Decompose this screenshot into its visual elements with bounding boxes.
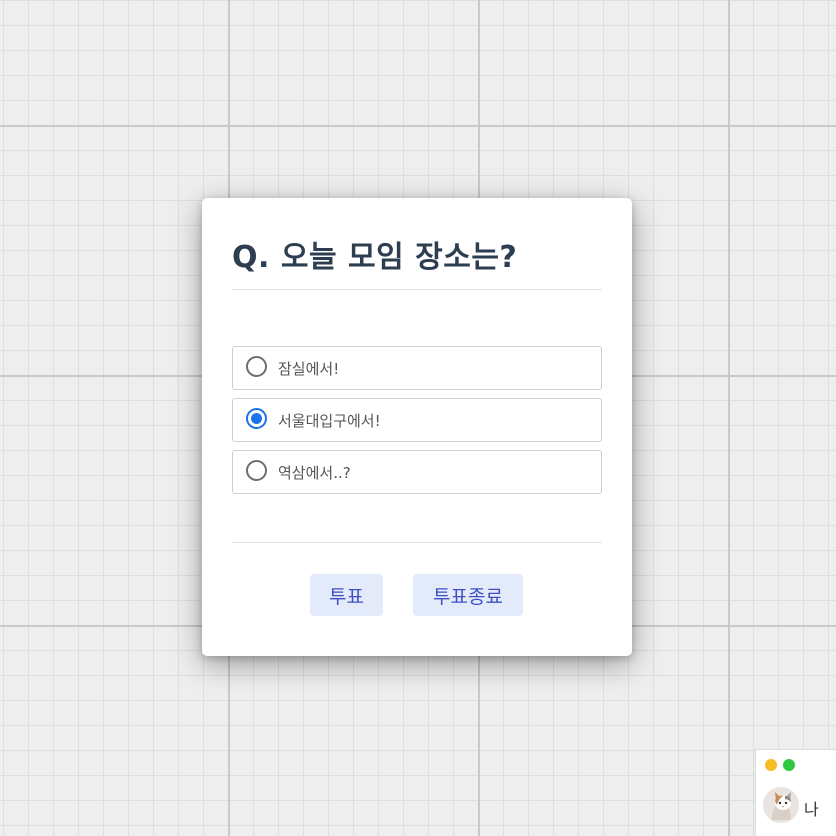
divider [232,542,602,543]
vote-button[interactable]: 투표 [310,574,383,616]
poll-modal: Q. 오늘 모임 장소는? 잠실에서! 서울대입구에서! 역삼에서..? 투표 … [202,198,632,656]
poll-option-label: 서울대입구에서! [278,412,381,430]
radio-button[interactable] [246,356,267,377]
status-dot-yellow [765,759,777,771]
user-presence-panel: 나 [755,749,836,836]
avatar[interactable] [763,787,799,823]
poll-option-3[interactable]: 역삼에서..? [232,450,602,494]
end-vote-button[interactable]: 투표종료 [413,574,523,616]
user-name-label: 나 [804,800,819,819]
poll-option-label: 잠실에서! [278,360,340,378]
cat-avatar-icon [763,787,799,823]
divider [232,289,602,290]
poll-option-label: 역삼에서..? [278,464,351,482]
radio-button-selected[interactable] [246,408,267,429]
radio-button[interactable] [246,460,267,481]
poll-question: Q. 오늘 모임 장소는? [232,240,518,275]
poll-option-1[interactable]: 잠실에서! [232,346,602,390]
poll-option-2[interactable]: 서울대입구에서! [232,398,602,442]
status-dot-green [783,759,795,771]
